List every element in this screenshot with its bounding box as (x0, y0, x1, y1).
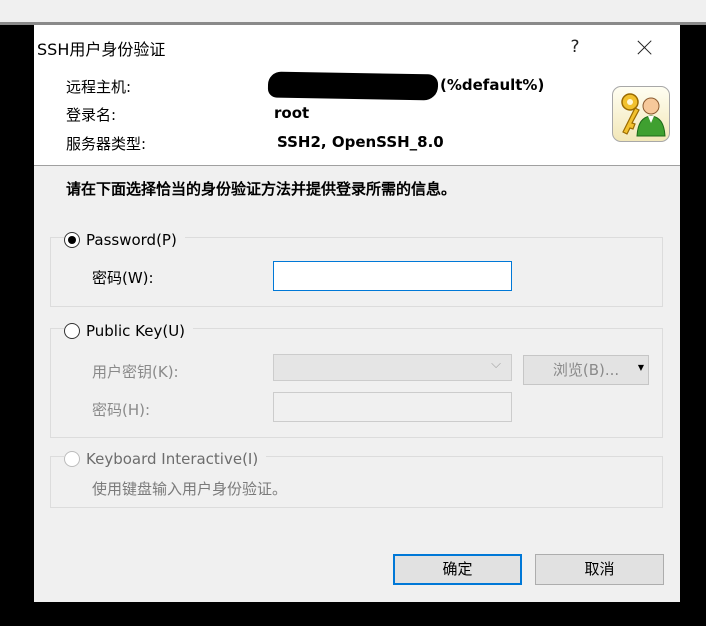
connection-info-panel: 远程主机: (%default%) 登录名: root 服务器类型: SSH2,… (34, 64, 680, 166)
password-radio[interactable]: Password(P) (64, 231, 185, 249)
user-key-select[interactable]: ⌵ (273, 354, 512, 381)
password-radio-label: Password(P) (86, 231, 177, 249)
backdrop-bottom (34, 602, 680, 626)
ssh-auth-dialog: SSH用户身份验证 ? 远程主机: (%default%) 登录名: root … (34, 28, 680, 602)
ok-button[interactable]: 确定 (393, 554, 522, 585)
public-key-radio[interactable]: Public Key(U) (64, 322, 194, 340)
browse-button-label: 浏览(B)... (552, 361, 620, 379)
dropdown-arrow-icon: ▼ (637, 363, 644, 372)
passphrase-input[interactable] (273, 392, 512, 422)
instruction-text: 请在下面选择恰当的身份验证方法并提供登录所需的信息。 (66, 180, 457, 198)
keyboard-interactive-hint: 使用键盘输入用户身份验证。 (92, 480, 288, 498)
remote-host-value: (%default%) (440, 76, 545, 94)
cancel-button[interactable]: 取消 (535, 554, 664, 585)
login-name-value: root (274, 104, 310, 122)
user-key-icon (612, 86, 670, 142)
password-label: 密码(W): (92, 269, 154, 287)
password-input[interactable] (273, 261, 512, 291)
redacted-hostname (267, 71, 439, 101)
keyboard-interactive-radio[interactable]: Keyboard Interactive(I) (64, 450, 267, 468)
backdrop-left (0, 25, 34, 626)
remote-host-label: 远程主机: (66, 78, 132, 96)
dialog-title: SSH用户身份验证 (37, 40, 166, 59)
background-window-strip (0, 0, 706, 24)
passphrase-label: 密码(H): (92, 401, 151, 419)
server-type-label: 服务器类型: (66, 135, 147, 153)
background-window-border (0, 22, 706, 25)
public-key-radio-label: Public Key(U) (86, 322, 186, 340)
help-button[interactable]: ? (560, 34, 590, 60)
title-bar: SSH用户身份验证 ? (34, 28, 680, 64)
keyboard-interactive-label: Keyboard Interactive(I) (86, 450, 259, 468)
backdrop-right (680, 25, 706, 626)
radio-disabled-icon (64, 451, 80, 467)
browse-button[interactable]: 浏览(B)... ▼ (523, 355, 649, 385)
login-name-label: 登录名: (66, 106, 117, 124)
radio-checked-icon[interactable] (64, 232, 80, 248)
radio-unchecked-icon[interactable] (64, 323, 80, 339)
chevron-down-icon: ⌵ (491, 357, 501, 372)
user-key-label: 用户密钥(K): (92, 363, 179, 381)
server-type-value: SSH2, OpenSSH_8.0 (277, 133, 444, 151)
close-icon[interactable] (630, 32, 660, 62)
